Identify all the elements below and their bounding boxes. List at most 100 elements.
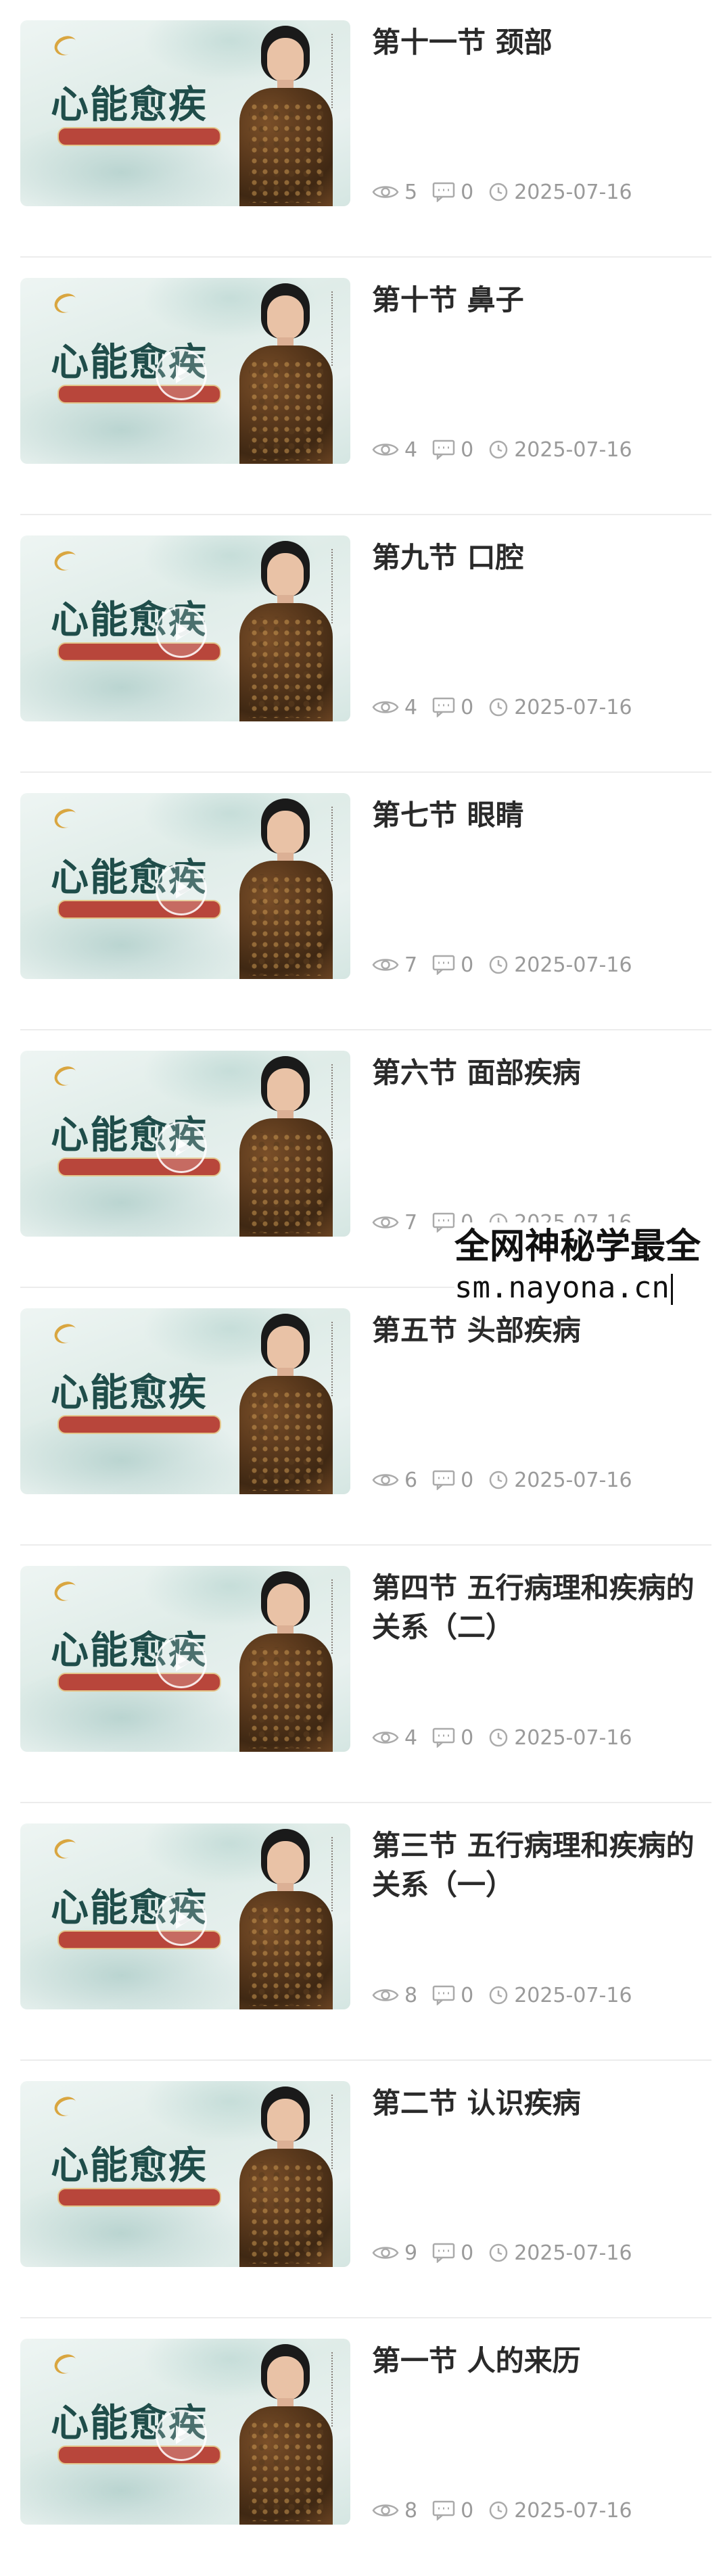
video-thumbnail[interactable]: 心能愈疾 [20, 793, 350, 979]
eye-icon [372, 441, 399, 458]
lesson-title[interactable]: 第六节 面部疾病 [372, 1053, 710, 1093]
play-icon[interactable] [156, 349, 207, 400]
eye-icon [372, 1471, 399, 1489]
moon-logo-icon [51, 805, 80, 832]
publish-date: 2025-07-16 [514, 437, 632, 462]
list-item[interactable]: 心能愈疾 第二节 认识疾病 9 0 2025-07-16 [0, 2061, 725, 2318]
video-thumbnail[interactable]: 心能愈疾 [20, 1823, 350, 2009]
list-item[interactable]: 心能愈疾 第十一节 颈部 5 0 2025-07-16 [0, 0, 725, 258]
play-icon[interactable] [156, 864, 207, 915]
list-item[interactable]: 心能愈疾 第五节 头部疾病 6 0 2025-07-16 [0, 1288, 725, 1546]
view-count: 7 [404, 953, 418, 977]
view-count: 8 [404, 1983, 418, 2007]
watermark-line2: sm.nayona.cn [454, 1268, 725, 1308]
watermark-url: sm.nayona.cn [454, 1270, 670, 1305]
publish-date: 2025-07-16 [514, 2241, 632, 2265]
comment-count: 0 [461, 953, 474, 977]
thumbnail-ribbon [57, 1415, 221, 1434]
text-cursor [670, 1274, 673, 1305]
comment-icon [432, 1470, 455, 1490]
presenter-image [235, 1823, 337, 2009]
publish-date: 2025-07-16 [514, 1983, 632, 2007]
video-thumbnail[interactable]: 心能愈疾 [20, 1566, 350, 1752]
eye-icon [372, 2244, 399, 2262]
comment-count: 0 [461, 1468, 474, 1492]
list-item[interactable]: 心能愈疾 第一节 人的来历 8 0 2025-07-16 [0, 2318, 725, 2576]
presenter-image [235, 278, 337, 464]
publish-date: 2025-07-16 [514, 695, 632, 719]
lesson-meta: 8 0 2025-07-16 [372, 2496, 647, 2525]
clock-icon [488, 955, 509, 975]
video-thumbnail[interactable]: 心能愈疾 [20, 1051, 350, 1237]
moon-logo-icon [51, 548, 80, 574]
lesson-meta: 9 0 2025-07-16 [372, 2238, 647, 2268]
lesson-meta: 4 0 2025-07-16 [372, 692, 647, 722]
publish-date: 2025-07-16 [514, 1725, 632, 1750]
view-count: 6 [404, 1468, 418, 1492]
clock-icon [488, 1727, 509, 1748]
list-item[interactable]: 心能愈疾 第九节 口腔 4 0 2025-07-16 [0, 515, 725, 773]
list-item[interactable]: 心能愈疾 第十节 鼻子 4 0 2025-07-16 [0, 258, 725, 515]
lesson-title[interactable]: 第四节 五行病理和疾病的关系（二） [372, 1569, 710, 1647]
lesson-title[interactable]: 第七节 眼睛 [372, 796, 710, 835]
video-thumbnail[interactable]: 心能愈疾 [20, 2081, 350, 2267]
video-thumbnail[interactable]: 心能愈疾 [20, 2339, 350, 2525]
thumbnail-title: 心能愈疾 [51, 82, 208, 127]
comment-icon [432, 182, 455, 202]
clock-icon [488, 439, 509, 460]
video-thumbnail[interactable]: 心能愈疾 [20, 20, 350, 206]
clock-icon [488, 1470, 509, 1490]
list-item[interactable]: 心能愈疾 第四节 五行病理和疾病的关系（二） 4 0 2025-07-16 [0, 1546, 725, 1803]
eye-icon [372, 1729, 399, 1746]
lesson-title[interactable]: 第三节 五行病理和疾病的关系（一） [372, 1826, 710, 1905]
comment-icon [432, 955, 455, 975]
lesson-title[interactable]: 第十节 鼻子 [372, 281, 710, 320]
thumbnail-title: 心能愈疾 [51, 2143, 208, 2188]
lesson-title[interactable]: 第一节 人的来历 [372, 2341, 710, 2381]
view-count: 7 [404, 1210, 418, 1235]
view-count: 9 [404, 2241, 418, 2265]
moon-logo-icon [51, 1578, 80, 1604]
video-thumbnail[interactable]: 心能愈疾 [20, 535, 350, 721]
comment-count: 0 [461, 1983, 474, 2007]
play-icon[interactable] [156, 606, 207, 658]
play-icon[interactable] [156, 1894, 207, 1946]
lesson-title[interactable]: 第九节 口腔 [372, 538, 710, 577]
moon-logo-icon [51, 32, 80, 59]
play-icon[interactable] [156, 1637, 207, 1688]
eye-icon [372, 2502, 399, 2519]
clock-icon [488, 2500, 509, 2521]
moon-logo-icon [51, 1320, 80, 1347]
lesson-title[interactable]: 第二节 认识疾病 [372, 2084, 710, 2123]
video-thumbnail[interactable]: 心能愈疾 [20, 278, 350, 464]
comment-count: 0 [461, 2498, 474, 2523]
comment-icon [432, 697, 455, 717]
eye-icon [372, 956, 399, 974]
play-icon[interactable] [156, 1122, 207, 1173]
lesson-meta: 4 0 2025-07-16 [372, 1723, 647, 1752]
publish-date: 2025-07-16 [514, 1468, 632, 1492]
presenter-image [235, 1308, 337, 1494]
watermark-overlay: 全网神秘学最全 sm.nayona.cn [454, 1222, 725, 1312]
thumbnail-ribbon [57, 127, 221, 146]
presenter-image [235, 1566, 337, 1752]
publish-date: 2025-07-16 [514, 953, 632, 977]
lesson-title[interactable]: 第五节 头部疾病 [372, 1311, 710, 1350]
watermark-line1: 全网神秘学最全 [454, 1226, 701, 1267]
eye-icon [372, 1214, 399, 1231]
moon-logo-icon [51, 1063, 80, 1089]
clock-icon [488, 697, 509, 717]
eye-icon [372, 183, 399, 201]
presenter-image [235, 1051, 337, 1237]
list-item[interactable]: 心能愈疾 第七节 眼睛 7 0 2025-07-16 [0, 773, 725, 1030]
video-thumbnail[interactable]: 心能愈疾 [20, 1308, 350, 1494]
thumbnail-ribbon [57, 2188, 221, 2207]
thumbnail-title: 心能愈疾 [51, 1370, 208, 1415]
clock-icon [488, 1985, 509, 2005]
list-item[interactable]: 心能愈疾 第三节 五行病理和疾病的关系（一） 8 0 2025-07-16 [0, 1803, 725, 2061]
play-icon[interactable] [156, 2410, 207, 2461]
view-count: 4 [404, 1725, 418, 1750]
view-count: 4 [404, 695, 418, 719]
lesson-title[interactable]: 第十一节 颈部 [372, 23, 710, 62]
comment-icon [432, 1727, 455, 1748]
